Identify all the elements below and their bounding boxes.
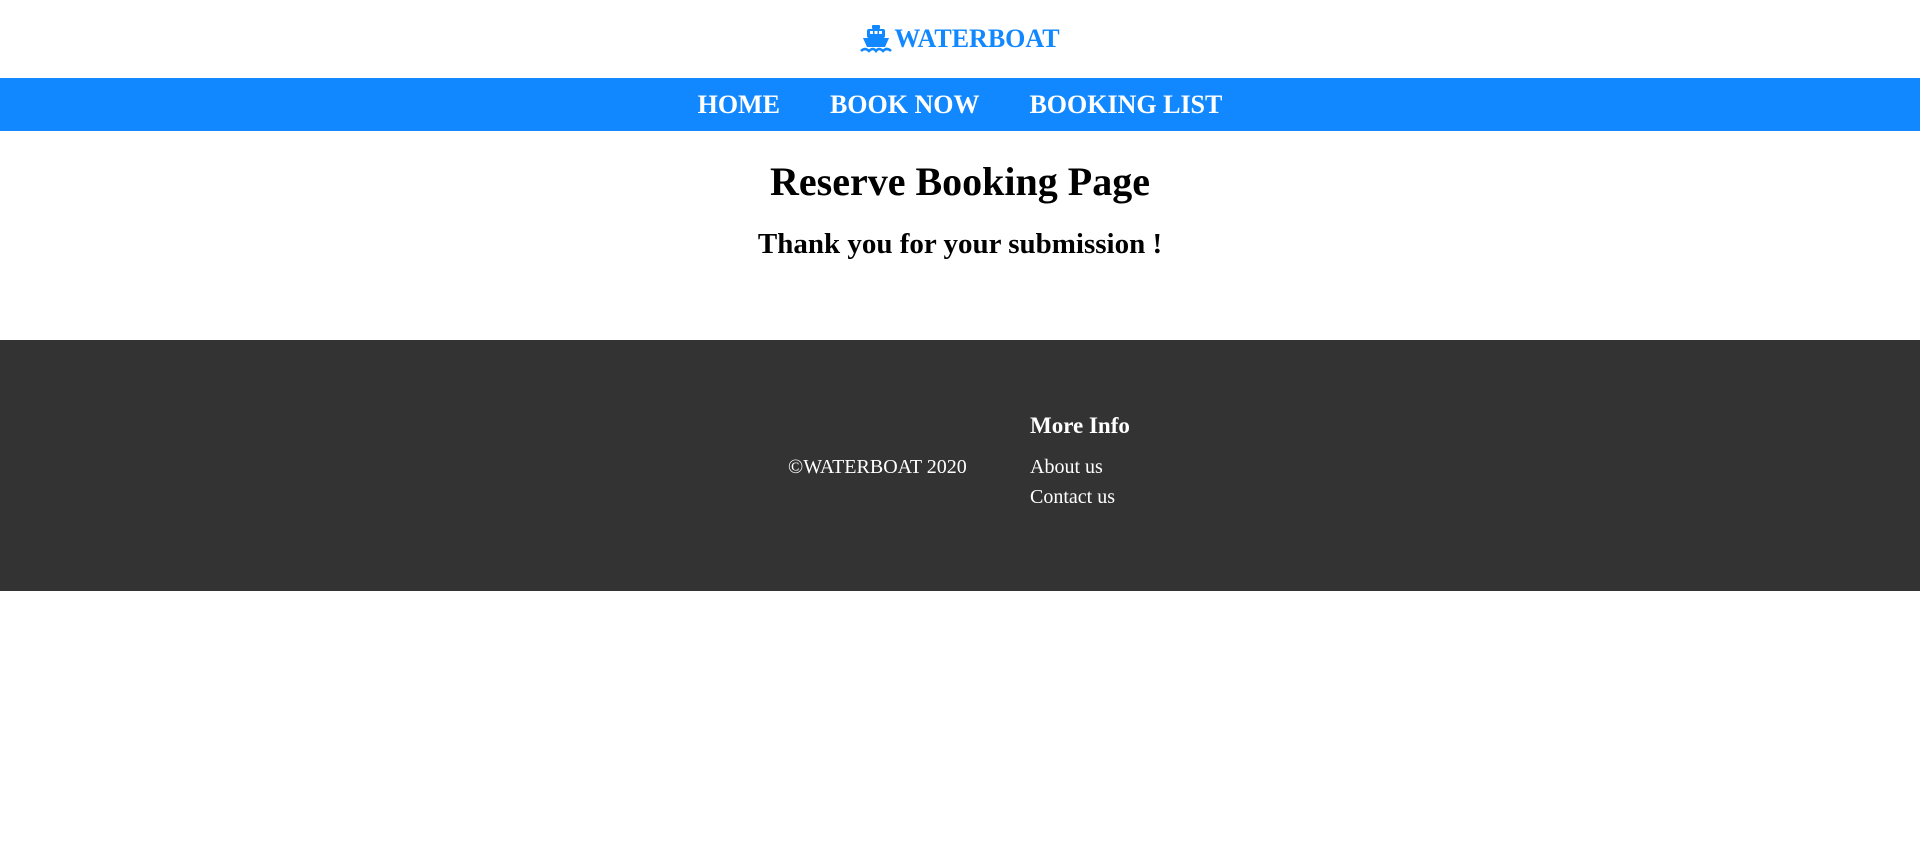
nav-home-link[interactable]: HOME [698,78,780,131]
more-info-section: More Info About us Contact us [1030,412,1130,512]
brand-bar: WATERBOAT [0,0,1920,78]
about-us-link[interactable]: About us [1030,452,1130,482]
more-info-title: More Info [1030,413,1130,438]
main-content: Reserve Booking Page Thank you for your … [0,131,1920,340]
page-title: Reserve Booking Page [770,159,1150,204]
main-navbar: HOME BOOK NOW BOOKING LIST [0,78,1920,131]
brand-name: WATERBOAT [894,24,1060,53]
ship-icon [860,24,893,54]
contact-us-link[interactable]: Contact us [1030,482,1130,512]
brand-logo-link[interactable]: WATERBOAT [860,24,1060,54]
copyright-text: ©WATERBOAT 2020 [788,456,967,478]
submission-confirmation-message: Thank you for your submission ! [757,228,1163,260]
footer: ©WATERBOAT 2020 More Info About us Conta… [0,340,1920,591]
nav-book-now-link[interactable]: BOOK NOW [830,78,980,131]
nav-booking-list-link[interactable]: BOOKING LIST [1029,78,1222,131]
